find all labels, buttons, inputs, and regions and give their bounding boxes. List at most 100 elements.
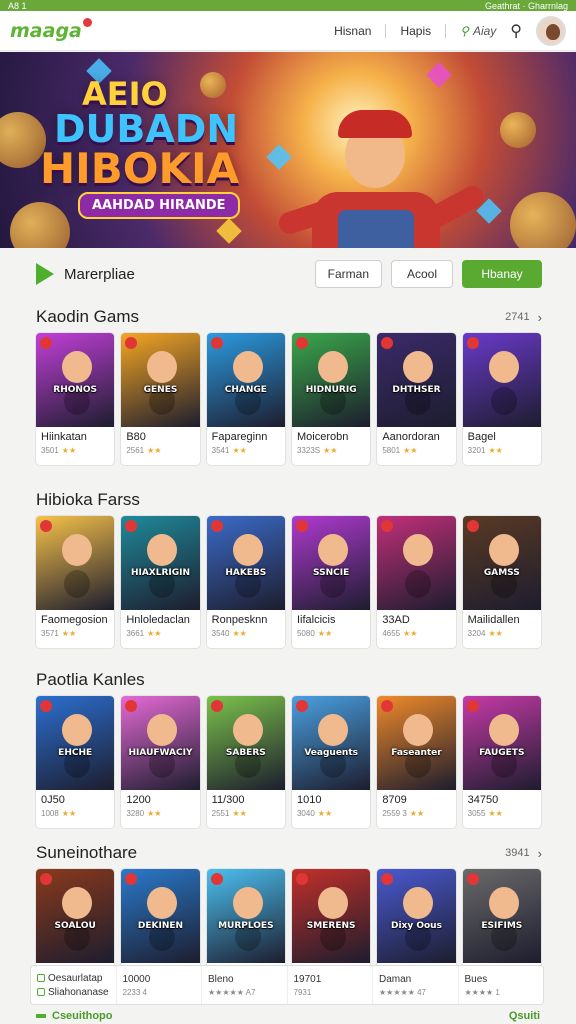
- hero-banner[interactable]: AEIO DUBADN HIBOKIA AAHDAD HIRANDE: [0, 52, 576, 248]
- game-title: B80: [126, 431, 146, 443]
- filter-button-1[interactable]: Farman: [314, 260, 382, 288]
- card-row: RHONOS Hiinkatan 3501 ★★ GENES B80 2561 ★★ CHANG…: [0, 332, 576, 466]
- logo[interactable]: maaga: [10, 17, 92, 42]
- badge-icon: [381, 337, 394, 349]
- thumbnail-title: HIDNURIG: [305, 384, 357, 395]
- star-rating-icon: ★★: [232, 809, 247, 818]
- game-card[interactable]: HIAUFWACIY 1200 3280 ★★: [120, 695, 201, 829]
- section-title: Hibioka Farss: [36, 490, 140, 509]
- marketplace-buttons: Farman Acool Hbanay: [314, 260, 542, 288]
- character-figure: [232, 534, 263, 566]
- gem-decoration: [426, 62, 452, 88]
- game-count: 3323S: [296, 446, 321, 455]
- game-title: 34750: [467, 794, 499, 806]
- game-count: 5080: [296, 629, 315, 638]
- game-section: Hibioka Farss Faomegosion 3571 ★★ HIAXLRIGI…: [0, 485, 576, 649]
- character-figure: [232, 887, 263, 919]
- game-title: 33AD: [382, 614, 410, 626]
- game-card[interactable]: Faomegosion 3571 ★★: [35, 515, 116, 649]
- badge-icon: [125, 520, 138, 532]
- gem-decoration: [216, 218, 242, 244]
- notification-dot-icon: [82, 17, 92, 27]
- game-card[interactable]: RHONOS Hiinkatan 3501 ★★: [35, 332, 116, 466]
- nav-link-1[interactable]: Hisnan: [334, 24, 371, 38]
- primary-action-button[interactable]: Hbanay: [462, 260, 542, 288]
- game-card[interactable]: HIAXLRIGIN Hnloledaclan 3661 ★★: [120, 515, 201, 649]
- bottom-col[interactable]: Bleno ★★★★★ A7: [202, 966, 288, 1004]
- game-meta: 3323S ★★: [292, 443, 370, 455]
- nav-link-2[interactable]: Hapis: [400, 24, 431, 38]
- game-card[interactable]: GAMSS Mailidallen 3204 ★★: [461, 515, 542, 649]
- game-card[interactable]: Veaguents 1010 3040 ★★: [290, 695, 372, 829]
- footer-left[interactable]: Cseuithopo: [52, 1010, 113, 1022]
- bottom-col[interactable]: Bues ★★★★ 1: [459, 966, 544, 1004]
- game-thumbnail: MURPLOES: [206, 869, 285, 963]
- game-meta: 3661 ★★: [121, 626, 199, 638]
- game-title: Iifalcicis: [296, 614, 336, 626]
- section-count: 2741: [505, 311, 530, 323]
- game-meta: 3040 ★★: [292, 806, 370, 818]
- badge-icon: [466, 520, 479, 532]
- section-more[interactable]: 3941 ›: [505, 846, 542, 861]
- chevron-right-icon: ›: [537, 309, 542, 325]
- star-rating-icon: ★★: [61, 629, 77, 638]
- star-rating-icon: ★★: [317, 809, 333, 818]
- game-card[interactable]: CHANGE Fapareginn 3541 ★★: [205, 332, 286, 466]
- section-header: Paotlia Kanles: [0, 665, 576, 695]
- user-avatar[interactable]: [536, 15, 566, 46]
- game-card[interactable]: HIDNURIG Moicerobn 3323S ★★: [290, 332, 372, 466]
- game-card[interactable]: 33AD 4655 ★★: [376, 515, 457, 649]
- game-card[interactable]: HAKEBS Ronpesknn 3540 ★★: [205, 515, 286, 649]
- bottom-col[interactable]: Daman ★★★★★ 47: [373, 966, 459, 1004]
- section-more[interactable]: 2741 ›: [505, 310, 542, 325]
- thumbnail-title: Dixy Oous: [390, 920, 442, 931]
- game-count: 3571: [41, 629, 59, 638]
- game-card[interactable]: FAUGETS 34750 3055 ★★: [461, 695, 542, 829]
- game-count: 1008: [41, 809, 59, 818]
- hero-character: [276, 110, 520, 248]
- game-meta: 1008 ★★: [36, 806, 114, 818]
- game-meta: 3204 ★★: [463, 626, 541, 638]
- game-card[interactable]: GENES B80 2561 ★★: [120, 332, 201, 466]
- bottom-info-bar: Oesaurlatap Sliahonanase 10000 2233 4 Bl…: [30, 965, 544, 1005]
- thumbnail-title: GAMSS: [483, 567, 520, 578]
- game-title: Ronpesknn: [211, 614, 268, 626]
- badge-icon: [40, 337, 52, 349]
- game-title: 1010: [296, 794, 322, 806]
- game-card[interactable]: SABERS 11/300 2551 ★★: [205, 695, 286, 829]
- game-meta: 3055 ★★: [463, 806, 541, 818]
- game-card[interactable]: Bagel 3201 ★★: [461, 332, 542, 466]
- section-title: Kaodin Gams: [36, 307, 139, 326]
- game-card[interactable]: DHTHSER Aanordoran 5801 ★★: [376, 332, 457, 466]
- status-right: Geathrat · Gharrnlag: [484, 0, 568, 11]
- game-card[interactable]: EHCHE 0J50 1008 ★★: [35, 695, 116, 829]
- character-figure: [403, 351, 434, 383]
- thumbnail-title: HAKEBS: [225, 567, 267, 578]
- bottom-col[interactable]: 10000 2233 4: [117, 966, 202, 1004]
- search-icon[interactable]: ⚲: [510, 21, 522, 41]
- game-thumbnail: SOALOU: [36, 869, 115, 963]
- thumbnail-title: SMERENS: [306, 920, 356, 931]
- game-thumbnail: ESIFIMS: [462, 869, 541, 963]
- bottom-col[interactable]: 19701 7931: [288, 966, 373, 1004]
- search-shortcut[interactable]: ⚲ Aiay: [460, 24, 496, 38]
- game-card[interactable]: Faseanter 8709 2559 3 ★★: [376, 695, 457, 829]
- bottom-col[interactable]: Oesaurlatap Sliahonanase: [31, 966, 117, 1004]
- star-rating-icon: ★★: [147, 446, 162, 455]
- star-rating-icon: ★★: [488, 446, 503, 455]
- game-count: 2559 3: [382, 809, 407, 818]
- star-rating-icon: ★★: [147, 629, 162, 638]
- footer-right[interactable]: Qsuiti: [509, 1010, 540, 1022]
- filter-button-2[interactable]: Acool: [391, 260, 453, 288]
- character-figure: [147, 714, 178, 746]
- badge-icon: [40, 873, 52, 885]
- game-meta: 5080 ★★: [292, 626, 370, 638]
- game-meta: 3541 ★★: [207, 443, 285, 455]
- character-figure: [62, 714, 92, 746]
- thumbnail-title: Veaguents: [304, 747, 358, 758]
- game-card[interactable]: SSNCIE Iifalcicis 5080 ★★: [290, 515, 372, 649]
- badge-icon: [295, 337, 308, 349]
- game-title: Moicerobn: [296, 431, 349, 443]
- hero-title-line-2: DUBADN: [54, 107, 239, 151]
- badge-icon: [466, 337, 479, 349]
